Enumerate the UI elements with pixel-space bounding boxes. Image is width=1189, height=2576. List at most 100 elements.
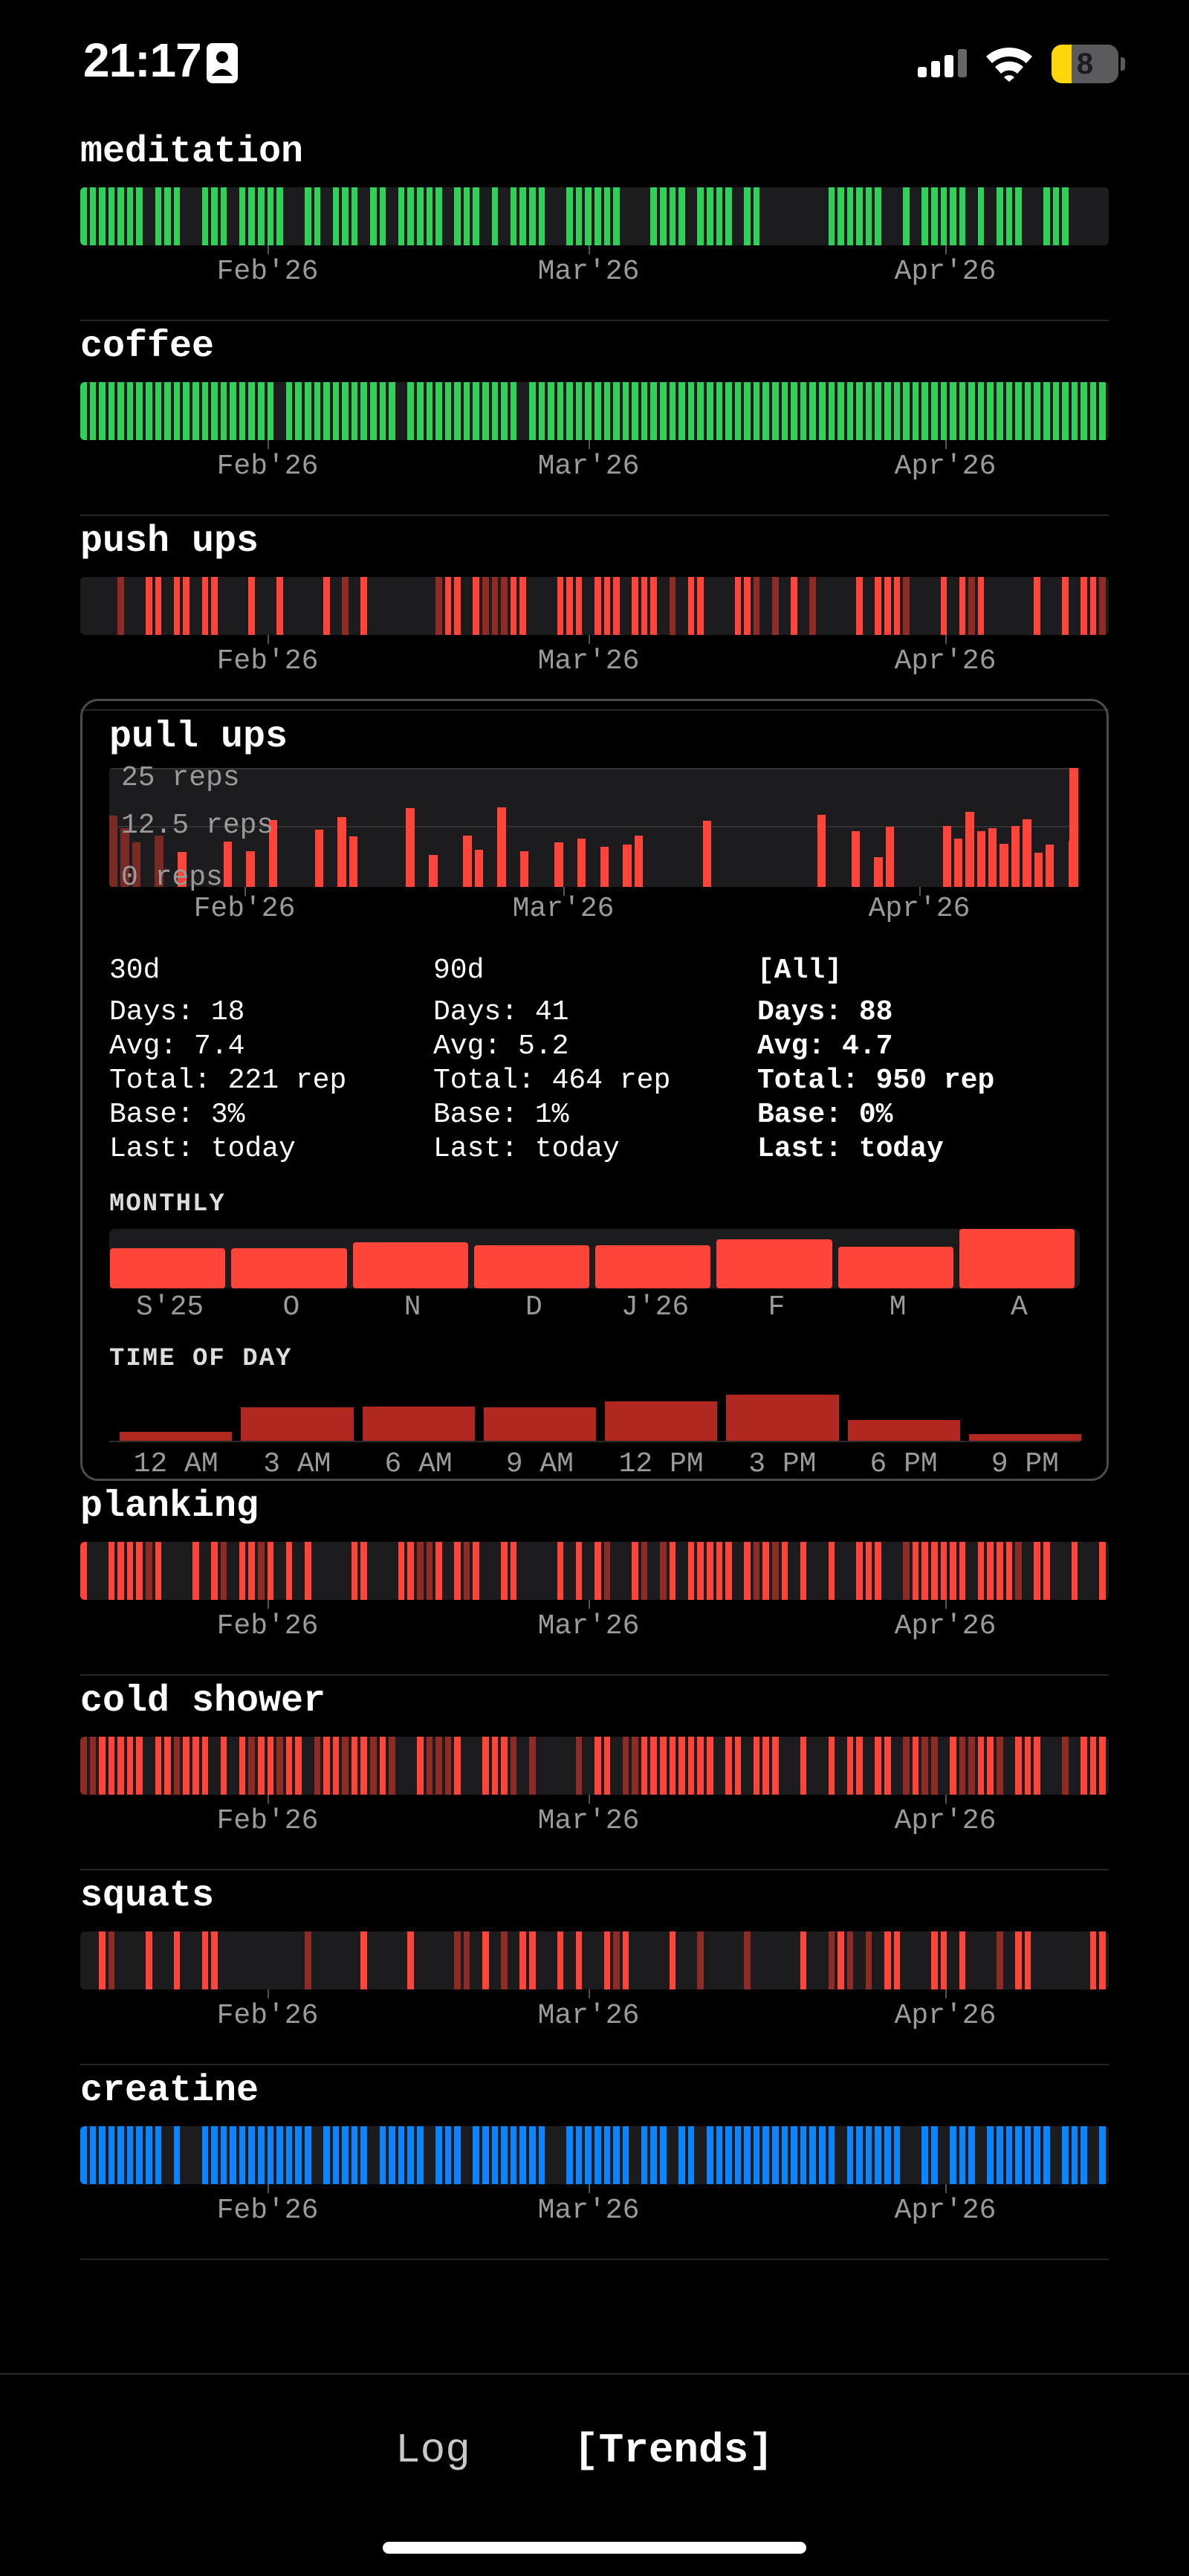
monthly-label: M: [889, 1291, 907, 1323]
habit-section-squats[interactable]: squats Feb'26 Mar'26 Apr'26: [80, 1870, 1109, 2065]
rep-bar: [874, 856, 883, 887]
day-mark: [987, 1737, 994, 1795]
tab-trends[interactable]: [Trends]: [574, 2427, 774, 2474]
day-mark: [959, 1737, 966, 1795]
day-mark: [136, 1542, 143, 1600]
day-mark: [239, 1737, 246, 1795]
day-mark: [875, 187, 882, 245]
day-mark: [940, 1931, 947, 1989]
day-mark: [575, 2126, 583, 2184]
month-label: Feb'26: [216, 645, 319, 677]
habit-card-pull-ups[interactable]: pull ups 25 reps 12.5 reps 0 reps Feb'26…: [80, 699, 1109, 1481]
day-mark: [416, 2126, 424, 2184]
day-mark: [126, 382, 134, 440]
day-mark: [660, 1542, 667, 1600]
day-mark: [342, 1737, 349, 1795]
time-of-day-label: 12 PM: [618, 1448, 704, 1480]
day-mark: [528, 2126, 536, 2184]
day-mark: [575, 187, 583, 245]
day-mark: [332, 1737, 340, 1795]
month-label: Apr'26: [894, 1610, 997, 1642]
day-mark: [585, 187, 592, 245]
day-mark: [838, 1931, 844, 1989]
habit-section-cold-shower[interactable]: cold shower Feb'26 Mar'26 Apr'26: [80, 1676, 1109, 1870]
day-mark: [1043, 187, 1050, 245]
day-mark: [968, 1737, 975, 1795]
rep-bar: [349, 836, 358, 887]
day-mark: [1062, 577, 1069, 635]
day-mark: [594, 382, 601, 440]
stats-90d[interactable]: 90d Days: 41 Avg: 5.2 Total: 464 rep Bas…: [433, 954, 760, 1166]
monthly-bar: [473, 1245, 589, 1288]
day-mark: [903, 382, 910, 440]
month-label: Mar'26: [512, 893, 615, 925]
month-label: Feb'26: [216, 451, 319, 482]
stats-all[interactable]: [All] Days: 88 Avg: 4.7 Total: 950 rep B…: [757, 954, 1084, 1166]
day-mark: [716, 382, 723, 440]
rep-bar: [1045, 845, 1054, 887]
day-mark: [893, 382, 901, 440]
day-mark: [706, 187, 713, 245]
day-mark: [258, 382, 265, 440]
day-mark: [351, 1737, 358, 1795]
day-mark: [1089, 577, 1097, 635]
day-mark: [669, 1737, 676, 1795]
day-mark: [454, 382, 461, 440]
day-mark: [1024, 382, 1031, 440]
time-of-day-bar: [483, 1407, 596, 1441]
day-mark: [585, 2126, 592, 2184]
time-of-day-label: 12 AM: [133, 1448, 218, 1480]
day-mark: [201, 2126, 209, 2184]
day-mark: [744, 382, 751, 440]
habit-section-meditation[interactable]: meditation Feb'26 Mar'26 Apr'26: [80, 126, 1109, 321]
day-mark: [660, 1737, 667, 1795]
day-mark: [940, 187, 947, 245]
day-mark: [669, 187, 676, 245]
month-axis: Feb'26 Mar'26 Apr'26: [80, 1600, 1109, 1644]
day-mark: [912, 382, 919, 440]
habit-section-coffee[interactable]: coffee Feb'26 Mar'26 Apr'26: [80, 321, 1109, 516]
stat-avg: Avg: 4.7: [757, 1030, 893, 1062]
tab-log[interactable]: Log: [395, 2427, 470, 2474]
day-mark: [865, 1931, 872, 1989]
day-mark: [585, 382, 592, 440]
time-of-day-chart: 12 AM 3 AM 6 AM 9 AM 12 PM 3 PM 6 PM 9 PM: [109, 1381, 1081, 1480]
time-of-day-heading: TIME OF DAY: [109, 1345, 293, 1373]
time-of-day-bar: [362, 1407, 475, 1441]
rep-bar: [1000, 844, 1008, 887]
habit-section-creatine[interactable]: creatine Feb'26 Mar'26 Apr'26: [80, 2065, 1109, 2260]
habit-section-planking[interactable]: planking Feb'26 Mar'26 Apr'26: [80, 1481, 1109, 1676]
day-mark: [977, 577, 985, 635]
stats-30d[interactable]: 30d Days: 18 Avg: 7.4 Total: 221 rep Bas…: [109, 954, 436, 1166]
day-mark: [641, 1542, 648, 1600]
habit-title: planking: [80, 1485, 259, 1528]
day-mark: [641, 382, 648, 440]
day-mark: [875, 2126, 882, 2184]
day-mark: [959, 1931, 966, 1989]
gridline: [109, 768, 1080, 769]
reps-chart: 25 reps 12.5 reps 0 reps Feb'26 Mar'26 A…: [109, 762, 1080, 925]
home-indicator: [383, 2542, 806, 2554]
habit-section-push-ups[interactable]: push ups Feb'26 Mar'26 Apr'26: [80, 516, 1109, 711]
day-mark: [239, 382, 246, 440]
day-mark: [893, 2126, 901, 2184]
day-mark: [304, 382, 311, 440]
rep-bar: [851, 831, 861, 887]
stat-base: Base: 0%: [757, 1099, 893, 1131]
monthly-heading: MONTHLY: [109, 1190, 226, 1218]
day-mark: [126, 1542, 134, 1600]
day-mark: [201, 1737, 209, 1795]
month-label: Mar'26: [537, 2000, 640, 2032]
day-mark: [650, 1737, 658, 1795]
day-mark: [613, 577, 620, 635]
day-mark: [959, 1542, 966, 1600]
day-mark: [416, 382, 424, 440]
day-mark: [454, 1931, 461, 1989]
day-mark: [1081, 1737, 1087, 1795]
day-mark: [968, 577, 975, 635]
month-label: Mar'26: [537, 256, 640, 288]
day-mark: [959, 187, 966, 245]
day-mark: [921, 2126, 928, 2184]
day-mark: [1081, 382, 1087, 440]
month-label: Apr'26: [894, 1805, 997, 1837]
